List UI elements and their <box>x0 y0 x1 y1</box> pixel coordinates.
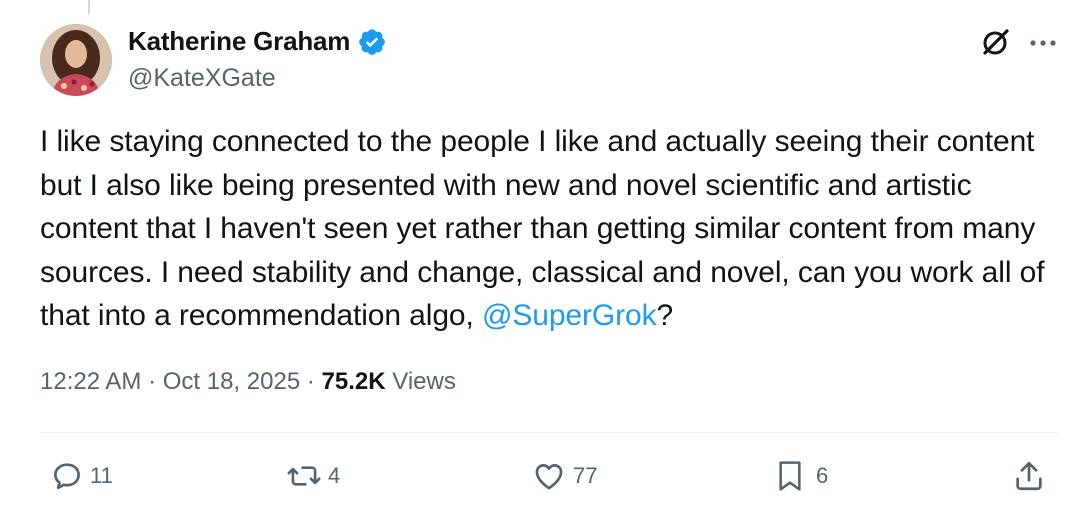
author-handle[interactable]: @KateXGate <box>128 64 276 93</box>
tweet-body-trailing-text: ? <box>656 299 674 332</box>
meta-separator: · <box>306 368 315 395</box>
more-options-icon[interactable] <box>1026 26 1060 60</box>
author-display-name[interactable]: Katherine Graham <box>128 26 350 57</box>
meta-separator: · <box>148 368 157 395</box>
share-icon <box>1012 459 1046 493</box>
reply-button[interactable]: 11 <box>50 456 113 496</box>
views-label: Views <box>392 368 456 395</box>
avatar-image <box>40 24 112 96</box>
tweet-text: I like staying connected to the people I… <box>40 120 1060 338</box>
repost-button[interactable]: 4 <box>286 456 340 496</box>
tweet-time[interactable]: 12:22 AM <box>40 368 141 395</box>
tweet-meta: 12:22 AM · Oct 18, 2025 · 75.2K Views <box>40 368 456 396</box>
reply-icon <box>50 459 84 493</box>
bookmark-icon <box>774 458 806 494</box>
bookmark-button[interactable]: 6 <box>774 456 828 496</box>
like-button[interactable]: 77 <box>531 456 597 496</box>
mention-link[interactable]: @SuperGrok <box>482 299 657 332</box>
like-icon <box>531 459 567 493</box>
views-count: 75.2K <box>321 368 386 395</box>
repost-icon <box>286 459 322 493</box>
bookmark-count: 6 <box>816 463 829 488</box>
thread-connector-line <box>88 0 90 14</box>
verified-badge-icon[interactable] <box>357 27 387 57</box>
author-name-row: Katherine Graham <box>128 26 387 57</box>
reply-count: 11 <box>90 463 113 488</box>
like-count: 77 <box>573 463 598 488</box>
repost-count: 4 <box>328 463 341 488</box>
divider <box>40 432 1058 433</box>
tweet-date[interactable]: Oct 18, 2025 <box>163 368 300 395</box>
grok-icon[interactable] <box>978 26 1012 60</box>
share-button[interactable] <box>1012 456 1046 496</box>
tweet: Katherine Graham @KateXGate I like stayi… <box>0 0 1080 516</box>
avatar[interactable] <box>40 24 112 96</box>
